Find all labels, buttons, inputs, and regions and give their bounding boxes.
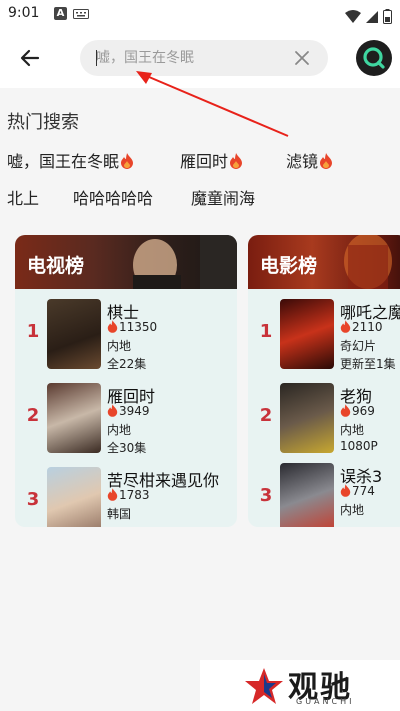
hot-search-title: 热门搜索 (7, 112, 79, 133)
hot-search-item[interactable]: 滤镜 (286, 148, 333, 172)
fire-icon (107, 488, 118, 501)
fire-icon (340, 404, 351, 417)
tv-rank-card[interactable]: 电视榜 1 棋士 11350 内地 全22集 2 雁回时 3949 内地 全30… (15, 235, 237, 527)
item-episodes: 全22集 (107, 357, 147, 371)
fire-icon (340, 320, 351, 333)
status-time: 9:01 (8, 5, 40, 21)
keyboard-icon (73, 9, 89, 19)
fire-icon (107, 320, 118, 333)
movie-rank-row[interactable]: 1 哪吒之魔 2110 奇幻片 更新至1集 (248, 299, 400, 375)
rank-number: 1 (26, 321, 40, 342)
poster-image (280, 299, 334, 369)
hot-search-item[interactable]: 北上 (7, 185, 39, 209)
tv-rank-title: 电视榜 (27, 255, 85, 277)
hot-search-label: 哈哈哈哈哈 (73, 189, 154, 208)
hot-search-item[interactable]: 嘘，国王在冬眠 (7, 148, 134, 172)
search-icon (363, 47, 385, 69)
notification-app-icon: A (54, 7, 67, 20)
item-region: 内地 (107, 423, 132, 437)
item-region: 内地 (340, 503, 365, 517)
search-box[interactable] (80, 40, 328, 76)
item-episodes: 更新至1集 (340, 357, 396, 371)
poster-image (47, 383, 101, 453)
wifi-icon (344, 9, 361, 23)
poster-image (47, 299, 101, 369)
item-quality: 1080P (340, 439, 378, 453)
movie-rank-card[interactable]: 电影榜 1 哪吒之魔 2110 奇幻片 更新至1集 2 老狗 969 内地 10… (248, 235, 400, 527)
tv-rank-header-image: 电视榜 (15, 235, 237, 289)
tv-rank-row[interactable]: 1 棋士 11350 内地 全22集 (15, 299, 237, 375)
hot-search-item[interactable]: 哈哈哈哈哈 (73, 185, 153, 209)
search-button[interactable] (356, 40, 392, 76)
fire-icon (340, 484, 351, 497)
poster-image (280, 463, 334, 527)
watermark: 观驰 GUANCHI (200, 660, 400, 711)
text-caret (96, 50, 97, 66)
hot-search-label: 雁回时 (180, 152, 229, 171)
movie-rank-row[interactable]: 2 老狗 969 内地 1080P (248, 383, 400, 459)
star-logo-icon (245, 668, 283, 704)
tv-rank-row[interactable]: 2 雁回时 3949 内地 全30集 (15, 383, 237, 459)
tv-rank-row[interactable]: 3 苦尽柑来遇见你 1783 韩国 (15, 467, 237, 527)
item-heat: 774 (340, 484, 375, 498)
hot-search-item[interactable]: 雁回时 (180, 148, 243, 172)
hot-search-label: 魔童闹海 (191, 189, 256, 208)
fire-icon (121, 153, 134, 169)
item-heat: 2110 (340, 320, 383, 334)
hot-search-item[interactable]: 魔童闹海 (191, 185, 255, 209)
search-header (0, 28, 400, 88)
hot-search-label: 北上 (7, 189, 40, 208)
battery-icon (383, 9, 392, 24)
rank-number: 3 (259, 485, 273, 506)
movie-rank-row[interactable]: 3 误杀3 774 内地 (248, 463, 400, 527)
poster-image (47, 467, 101, 527)
search-input[interactable] (96, 40, 286, 76)
back-arrow-icon[interactable] (18, 46, 42, 70)
rank-number: 1 (259, 321, 273, 342)
rank-number: 2 (26, 405, 40, 426)
item-episodes: 全30集 (107, 441, 147, 455)
item-region: 内地 (340, 423, 365, 437)
fire-icon (320, 153, 333, 169)
clear-icon[interactable] (294, 50, 310, 66)
item-heat: 969 (340, 404, 375, 418)
fire-icon (107, 404, 118, 417)
rank-number: 2 (259, 405, 273, 426)
item-region: 内地 (107, 339, 132, 353)
status-bar: 9:01 A (0, 0, 400, 28)
item-heat: 11350 (107, 320, 157, 334)
item-heat: 3949 (107, 404, 150, 418)
movie-rank-title: 电影榜 (260, 255, 318, 277)
rank-number: 3 (26, 489, 40, 510)
item-heat: 1783 (107, 488, 150, 502)
signal-icon (365, 10, 378, 23)
watermark-subtitle: GUANCHI (296, 697, 355, 706)
item-region: 韩国 (107, 507, 132, 521)
movie-rank-header-image: 电影榜 (248, 235, 400, 289)
poster-image (280, 383, 334, 453)
fire-icon (230, 153, 243, 169)
item-genre: 奇幻片 (340, 339, 377, 353)
hot-search-label: 滤镜 (286, 152, 319, 171)
hot-search-label: 嘘，国王在冬眠 (7, 152, 120, 171)
